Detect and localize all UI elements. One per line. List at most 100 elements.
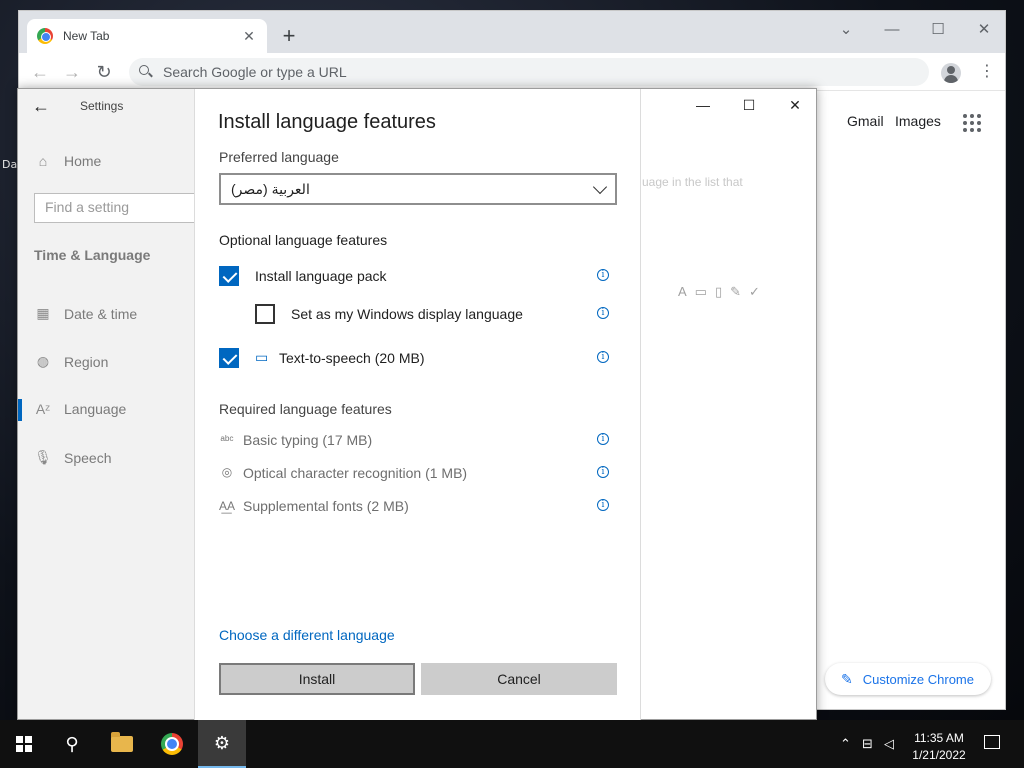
supplemental-fonts-label: Supplemental fonts (2 MB) <box>243 498 409 514</box>
handwriting-feature-icon: ✎ <box>730 284 750 299</box>
info-icon[interactable]: i <box>597 269 609 281</box>
microphone-icon: 🎙 <box>34 449 52 465</box>
profile-avatar-icon[interactable] <box>941 63 961 83</box>
network-icon[interactable]: ⊟ <box>862 736 873 752</box>
display-language-checkbox[interactable] <box>255 304 275 324</box>
settings-app-title: Settings <box>80 99 124 113</box>
install-language-dialog: Install language features Preferred lang… <box>194 89 641 721</box>
preferred-language-label: Preferred language <box>219 149 339 165</box>
install-button[interactable]: Install <box>219 663 415 695</box>
chrome-menu-icon[interactable]: ⋮ <box>979 62 995 82</box>
ocr-icon: ◎ <box>221 465 233 479</box>
sidebar-item-region[interactable]: ◍ Region <box>34 353 108 370</box>
display-language-label: Set as my Windows display language <box>291 306 523 322</box>
choose-different-language-link[interactable]: Choose a different language <box>219 627 395 643</box>
taskbar-clock[interactable]: 11:35 AM 1/21/2022 <box>908 730 970 764</box>
volume-muted-icon[interactable]: ◁ <box>884 736 894 752</box>
ocr-label: Optical character recognition (1 MB) <box>243 465 468 481</box>
language-feature-icon: A <box>678 284 695 299</box>
settings-minimize-button[interactable]: — <box>680 93 726 117</box>
language-feature-icons: A▭▯✎✓ <box>678 284 768 300</box>
file-explorer-button[interactable] <box>98 720 146 768</box>
folder-icon <box>111 732 133 752</box>
clock-time: 11:35 AM <box>914 731 964 745</box>
supplemental-fonts-icon: A͟A <box>219 499 236 513</box>
section-heading: Time & Language <box>34 247 151 263</box>
globe-icon: ◍ <box>36 353 50 369</box>
search-icon <box>139 65 153 79</box>
info-icon[interactable]: i <box>597 466 609 478</box>
text-to-speech-label: Text-to-speech (20 MB) <box>279 350 425 366</box>
selected-language: العربية (مصر) <box>231 180 310 197</box>
chrome-favicon-icon <box>37 28 53 44</box>
settings-sidebar: ← Settings ⌂ Home Find a setting Time & … <box>18 89 204 719</box>
search-button[interactable]: ⚲ <box>48 720 96 768</box>
back-arrow-icon[interactable]: ← <box>32 96 50 117</box>
sidebar-item-home[interactable]: ⌂ Home <box>34 153 102 169</box>
preferred-language-select[interactable]: العربية (مصر) <box>219 173 617 205</box>
omnibox-search-input[interactable]: Search Google or type a URL <box>129 58 929 86</box>
reload-icon[interactable]: ↻ <box>93 61 115 83</box>
show-hidden-icons-icon[interactable]: ⌃ <box>840 736 851 752</box>
tab-search-icon[interactable]: ⌄ <box>823 15 869 43</box>
install-language-pack-label: Install language pack <box>255 268 387 284</box>
search-icon: ⚲ <box>65 733 79 754</box>
images-link[interactable]: Images <box>895 113 941 129</box>
tab-title: New Tab <box>63 29 110 43</box>
desktop-icon-label[interactable]: Da <box>2 158 17 171</box>
sidebar-item-language[interactable]: Aᶻ Language <box>34 401 126 417</box>
chrome-taskbar-button[interactable] <box>148 720 196 768</box>
omnibox-placeholder: Search Google or type a URL <box>163 64 347 80</box>
clock-date: 1/21/2022 <box>912 748 966 762</box>
info-icon[interactable]: i <box>597 499 609 511</box>
settings-maximize-button[interactable]: ☐ <box>726 93 772 117</box>
gmail-link[interactable]: Gmail <box>847 113 884 129</box>
info-icon[interactable]: i <box>597 433 609 445</box>
forward-icon[interactable]: → <box>61 61 83 83</box>
start-button[interactable] <box>0 720 48 768</box>
new-tab-button[interactable]: + <box>277 23 301 49</box>
settings-window: ← Settings ⌂ Home Find a setting Time & … <box>17 88 818 721</box>
chrome-tab-strip: New Tab ✕ + ⌄ — ☐ ✕ <box>19 11 1005 53</box>
windows-logo-icon <box>16 736 32 752</box>
info-icon[interactable]: i <box>597 307 609 319</box>
microphone-feature-icon: ▯ <box>714 284 731 299</box>
sidebar-item-label: Home <box>64 153 102 169</box>
settings-close-button[interactable]: ✕ <box>772 93 818 117</box>
background-page-text: uage in the list that <box>642 175 743 189</box>
chrome-minimize-button[interactable]: — <box>869 15 915 43</box>
spellcheck-feature-icon: ✓ <box>749 284 768 299</box>
pencil-icon: ✎ <box>841 670 853 687</box>
selected-indicator <box>18 399 22 421</box>
back-icon[interactable]: ← <box>29 61 51 83</box>
google-apps-icon[interactable] <box>963 114 981 132</box>
install-language-pack-checkbox[interactable] <box>219 266 239 286</box>
sidebar-item-label: Language <box>64 401 127 417</box>
find-setting-input[interactable]: Find a setting <box>34 193 204 223</box>
notification-center-icon[interactable] <box>984 735 1000 749</box>
speech-feature-icon: ▭ <box>694 284 715 299</box>
dialog-title: Install language features <box>218 111 436 133</box>
sidebar-item-label: Speech <box>64 449 112 466</box>
chrome-maximize-button[interactable]: ☐ <box>915 15 961 43</box>
calendar-clock-icon: ▦ <box>36 305 50 321</box>
tab-close-icon[interactable]: ✕ <box>241 28 257 45</box>
settings-taskbar-button[interactable]: ⚙ <box>198 720 246 768</box>
info-icon[interactable]: i <box>597 351 609 363</box>
taskbar: ⚲ ⚙ ⌃ ⊟ ◁ 11:35 AM 1/21/2022 <box>0 720 1024 768</box>
chevron-down-icon <box>592 179 608 194</box>
gear-icon: ⚙ <box>213 732 231 753</box>
text-to-speech-checkbox[interactable] <box>219 348 239 368</box>
sidebar-item-label: Date & time <box>64 305 138 322</box>
sidebar-item-label: Region <box>64 353 109 370</box>
chrome-close-button[interactable]: ✕ <box>961 15 1007 43</box>
customize-chrome-button[interactable]: ✎ Customize Chrome <box>825 663 991 695</box>
text-to-speech-icon: ▭ <box>255 349 269 365</box>
sidebar-item-date-time[interactable]: ▦ Date & time <box>34 305 137 322</box>
basic-typing-label: Basic typing (17 MB) <box>243 432 373 448</box>
language-icon: Aᶻ <box>35 401 51 417</box>
cancel-button[interactable]: Cancel <box>421 663 617 695</box>
sidebar-item-speech[interactable]: 🎙 Speech <box>34 449 111 466</box>
tab-new-tab[interactable]: New Tab ✕ <box>27 19 267 53</box>
optional-features-heading: Optional language features <box>219 232 388 248</box>
